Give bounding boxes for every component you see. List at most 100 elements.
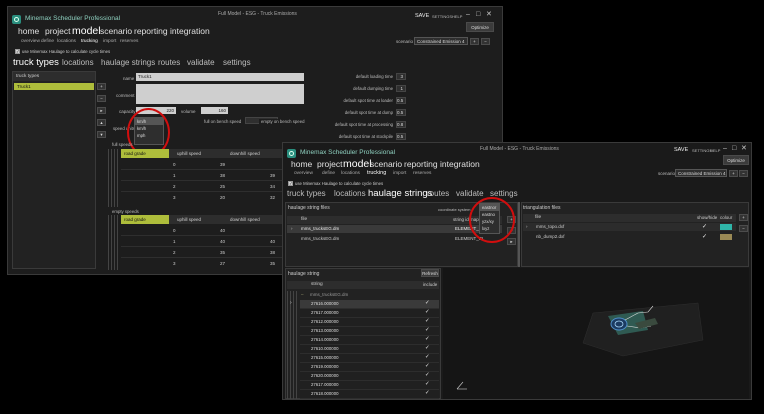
subnav-reserves[interactable]: reserves	[120, 39, 138, 44]
tab-haulage-strings[interactable]: haulage strings	[368, 188, 432, 199]
include-check-icon[interactable]: ✓	[425, 372, 430, 378]
nav-scenario[interactable]: scenario	[370, 159, 402, 169]
tab-validate[interactable]: validate	[456, 189, 484, 198]
nav-home[interactable]: home	[291, 159, 312, 169]
truck-type-item[interactable]: Truck1	[14, 83, 94, 90]
string-row[interactable]: 27617.000000 ✓	[300, 309, 439, 318]
3d-viewport[interactable]	[443, 268, 749, 399]
group-expand-icon[interactable]: –	[301, 292, 304, 297]
subnav-import[interactable]: import	[393, 171, 406, 176]
tab-validate[interactable]: validate	[187, 58, 215, 67]
param-input-3[interactable]: 0.5	[396, 97, 406, 104]
string-row[interactable]: 27620.000000 ✓	[300, 372, 439, 381]
full-cell-uphill[interactable]: 39	[220, 162, 225, 167]
reload-file-icon[interactable]: ▸	[507, 238, 516, 245]
empty-cell-grade[interactable]: 1	[173, 239, 176, 244]
add-tri-icon[interactable]: +	[739, 214, 748, 221]
subnav-overview[interactable]: overview	[21, 39, 40, 44]
full-cell-grade[interactable]: 0	[173, 162, 176, 167]
subnav-import[interactable]: import	[103, 39, 116, 44]
full-cell-downhill[interactable]: 32	[270, 195, 275, 200]
include-check-icon[interactable]: ✓	[425, 345, 430, 351]
nav-model[interactable]: model	[343, 158, 372, 170]
empty-cell-downhill[interactable]: 38	[270, 250, 275, 255]
subnav-overview[interactable]: overview	[294, 171, 313, 176]
subnav-define[interactable]: define	[41, 39, 54, 44]
include-check-icon[interactable]: ✓	[425, 336, 430, 342]
subnav-locations[interactable]: locations	[57, 39, 76, 44]
subnav-trucking[interactable]: trucking	[367, 170, 386, 176]
remove-truck-icon[interactable]: −	[97, 95, 106, 102]
name-input[interactable]: Truck1	[136, 73, 304, 81]
settings-button[interactable]: SETTINGS	[432, 14, 452, 19]
terrain-view[interactable]	[443, 268, 749, 399]
minimize-icon[interactable]: –	[723, 145, 727, 152]
tri-file-name[interactable]: nb_dump2.dxf	[536, 234, 565, 239]
tab-locations[interactable]: locations	[62, 58, 94, 67]
remove-tri-icon[interactable]: −	[739, 225, 748, 232]
move-up-icon[interactable]: ▴	[97, 119, 106, 126]
full-cell-grade[interactable]: 1	[173, 173, 176, 178]
tab-truck-types[interactable]: truck types	[287, 189, 326, 198]
string-row[interactable]: 27613.000000 ✓	[300, 327, 439, 336]
tab-settings[interactable]: settings	[223, 58, 251, 67]
volume-input[interactable]: 160	[201, 107, 228, 114]
tab-haulage-strings[interactable]: haulage strings	[101, 58, 155, 67]
subnav-reserves[interactable]: reserves	[413, 171, 431, 176]
full-cell-grade[interactable]: 2	[173, 184, 176, 189]
string-row[interactable]: 27616.000000 ✓ ›	[290, 300, 439, 309]
scenario-select[interactable]: Constrained Emission 4	[675, 169, 727, 177]
subnav-locations[interactable]: locations	[341, 171, 360, 176]
subnav-trucking[interactable]: trucking	[81, 39, 98, 44]
tri-colour-swatch[interactable]	[720, 234, 732, 240]
nav-scenario[interactable]: scenario	[100, 26, 132, 36]
use-haulage-checkbox[interactable]: ✓	[288, 181, 293, 186]
include-check-icon[interactable]: ✓	[425, 300, 430, 306]
close-icon[interactable]: ✕	[741, 144, 747, 152]
empty-cell-grade[interactable]: 3	[173, 261, 176, 266]
scenario-remove-icon[interactable]: −	[481, 38, 490, 45]
optimize-button[interactable]: Optimize	[723, 155, 749, 165]
empty-cell-uphill[interactable]: 35	[220, 250, 225, 255]
include-check-icon[interactable]: ✓	[425, 327, 430, 333]
full-cell-uphill[interactable]: 20	[220, 195, 225, 200]
scenario-add-icon[interactable]: +	[470, 38, 479, 45]
string-row[interactable]: 27619.000000 ✓	[300, 363, 439, 372]
tab-routes[interactable]: routes	[427, 189, 449, 198]
string-row[interactable]: 27614.000000 ✓	[300, 336, 439, 345]
include-check-icon[interactable]: ✓	[425, 309, 430, 315]
string-row[interactable]: 27617.000000 ✓	[300, 381, 439, 390]
tab-routes[interactable]: routes	[158, 58, 180, 67]
nav-project[interactable]: project	[45, 26, 71, 36]
scenario-remove-icon[interactable]: −	[739, 170, 748, 177]
minimize-icon[interactable]: –	[466, 11, 470, 18]
refresh-button[interactable]: Refresh	[421, 269, 439, 277]
param-input-2[interactable]: 1	[396, 85, 406, 92]
subnav-define[interactable]: define	[322, 171, 335, 176]
tri-visible-check-icon[interactable]: ✓	[702, 233, 707, 240]
tri-file-name[interactable]: mms_topo.dxf	[536, 224, 564, 229]
empty-cell-grade[interactable]: 0	[173, 228, 176, 233]
empty-cell-downhill[interactable]: 40	[270, 239, 275, 244]
help-button[interactable]: HELP	[710, 148, 720, 153]
include-check-icon[interactable]: ✓	[425, 381, 430, 387]
nav-integration[interactable]: integration	[170, 26, 210, 36]
empty-cell-uphill[interactable]: 40	[220, 239, 225, 244]
scenario-select[interactable]: Constrained Emission 4	[414, 37, 468, 45]
help-button[interactable]: HELP	[452, 14, 462, 19]
save-button[interactable]: SAVE	[674, 147, 688, 153]
include-check-icon[interactable]: ✓	[425, 390, 430, 396]
maximize-icon[interactable]: □	[476, 11, 480, 18]
nav-model[interactable]: model	[72, 25, 101, 37]
full-cell-downhill[interactable]: 34	[270, 184, 275, 189]
include-check-icon[interactable]: ✓	[425, 363, 430, 369]
nav-home[interactable]: home	[18, 26, 39, 36]
include-check-icon[interactable]: ✓	[425, 354, 430, 360]
scenario-add-icon[interactable]: +	[729, 170, 738, 177]
maximize-icon[interactable]: □	[732, 145, 736, 152]
file-name[interactable]: mms_trucksEG.dm	[301, 236, 339, 241]
tab-truck-types[interactable]: truck types	[13, 57, 59, 68]
tab-locations[interactable]: locations	[334, 189, 366, 198]
file-name[interactable]: mms_trucksEG.dm	[301, 226, 339, 231]
full-cell-downhill[interactable]: 39	[270, 173, 275, 178]
